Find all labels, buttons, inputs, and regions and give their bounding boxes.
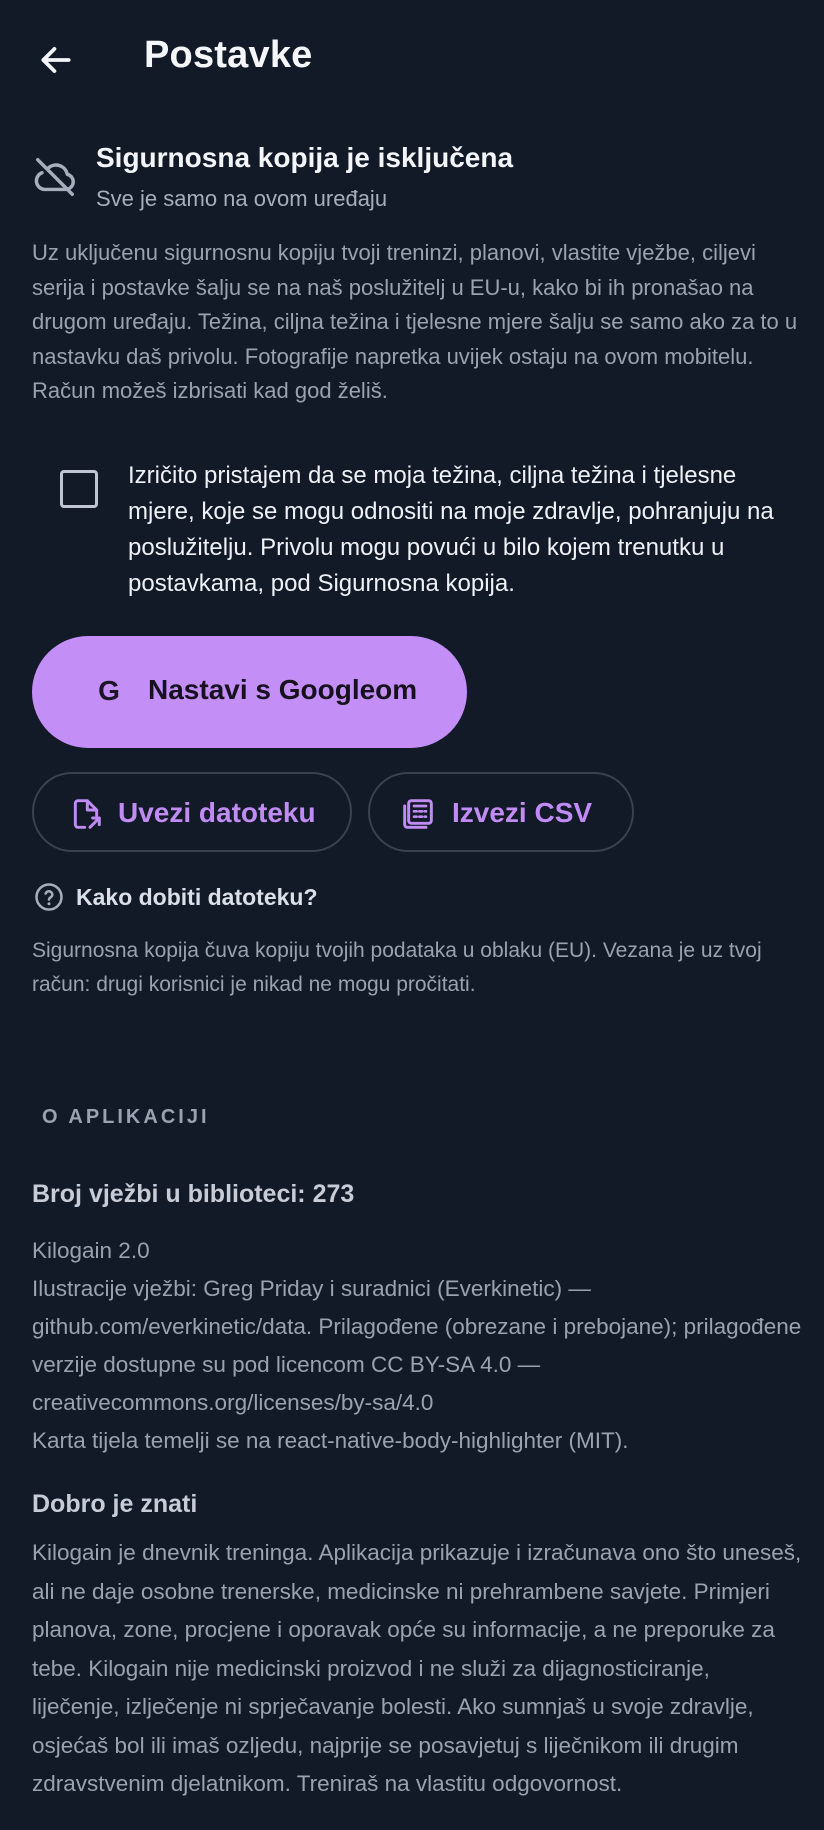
consent-checkbox[interactable] — [60, 470, 98, 508]
section-header-about: O APLIKACIJI — [42, 1106, 210, 1128]
backup-footnote: Sigurnosna kopija čuva kopiju tvojih pod… — [32, 939, 762, 996]
calculator-grid-icon — [403, 799, 433, 829]
export-csv-button[interactable]: Izvezi CSV — [368, 772, 634, 852]
health-data-consent: Izričito pristajem da se moja težina, ci… — [60, 458, 800, 608]
page-title: Postavke — [144, 34, 313, 76]
arrow-left-icon — [41, 47, 71, 73]
backup-description: Uz uključenu sigurnosnu kopiju tvoji tre… — [32, 240, 798, 403]
backup-status-title: Sigurnosna kopija je isključena — [96, 142, 514, 173]
how-to-get-file-label: Kako dobiti datoteku? — [76, 884, 318, 910]
file-import-icon — [73, 799, 101, 829]
backup-status-subtitle: Sve je samo na ovom uređaju — [96, 186, 388, 211]
good-to-know-title: Dobro je znati — [32, 1490, 198, 1518]
export-csv-label: Izvezi CSV — [452, 797, 593, 828]
continue-with-google-label: Nastavi s Googleom — [148, 674, 418, 705]
exercise-library-count: Broj vježbi u biblioteci: 273 — [32, 1180, 355, 1208]
help-circle-icon — [35, 883, 63, 911]
backup-status: Sigurnosna kopija je isključena Sve je s… — [32, 140, 792, 216]
body-map-credit: Karta tijela temelji se na react-native-… — [32, 1428, 629, 1453]
back-button[interactable] — [30, 34, 82, 86]
import-file-button[interactable]: Uvezi datoteku — [32, 772, 352, 852]
google-icon: G — [98, 675, 120, 706]
cloud-off-icon — [34, 158, 75, 196]
continue-with-google-button[interactable]: G Nastavi s Googleom — [32, 636, 467, 748]
app-header: Postavke — [0, 0, 824, 112]
medical-disclaimer: Kilogain je dnevnik treninga. Aplikacija… — [32, 1540, 802, 1796]
import-file-label: Uvezi datoteku — [118, 797, 316, 828]
app-version: Kilogain 2.0 — [32, 1238, 150, 1263]
consent-label: Izričito pristajem da se moja težina, ci… — [128, 462, 774, 597]
about-info: Kilogain 2.0 Ilustracije vježbi: Greg Pr… — [32, 1232, 802, 1460]
illustrations-credit: Ilustracije vježbi: Greg Priday i suradn… — [32, 1276, 802, 1415]
